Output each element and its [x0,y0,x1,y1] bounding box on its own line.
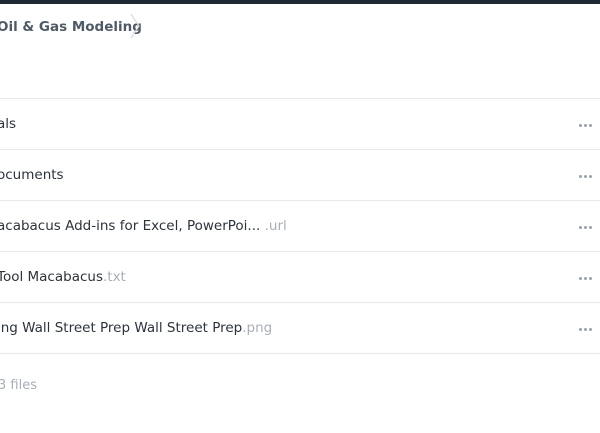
more-horizontal-icon[interactable] [578,321,592,337]
more-horizontal-icon[interactable] [578,117,592,133]
file-row[interactable]: als [0,99,600,150]
breadcrumb-current[interactable]: Oil & Gas Modeling [0,19,142,35]
breadcrumb: Oil & Gas Modeling [0,16,142,38]
file-count: 3 files [0,378,37,393]
file-extension: .png [242,320,273,336]
file-row[interactable]: acabacus Add-ins for Excel, PowerPoi... … [0,201,600,252]
file-extension: .txt [102,269,126,285]
more-horizontal-icon[interactable] [578,270,592,286]
file-row[interactable]: Tool Macabacus.txt [0,252,600,303]
file-row[interactable]: ocuments [0,150,600,201]
chevron-right-icon [130,13,140,39]
top-bar [0,0,600,4]
more-horizontal-icon[interactable] [578,168,592,184]
more-horizontal-icon[interactable] [578,219,592,235]
file-extension: .url [260,218,287,234]
file-name[interactable]: ing Wall Street Prep Wall Street Prep.pn… [0,303,272,354]
file-name[interactable]: acabacus Add-ins for Excel, PowerPoi... … [0,201,287,252]
file-row[interactable]: ing Wall Street Prep Wall Street Prep.pn… [0,303,600,354]
file-list: als ocuments acabacus Add-ins for Excel,… [0,98,600,354]
file-name[interactable]: als [0,99,16,150]
file-name[interactable]: Tool Macabacus.txt [0,252,126,303]
file-name[interactable]: ocuments [0,150,64,201]
